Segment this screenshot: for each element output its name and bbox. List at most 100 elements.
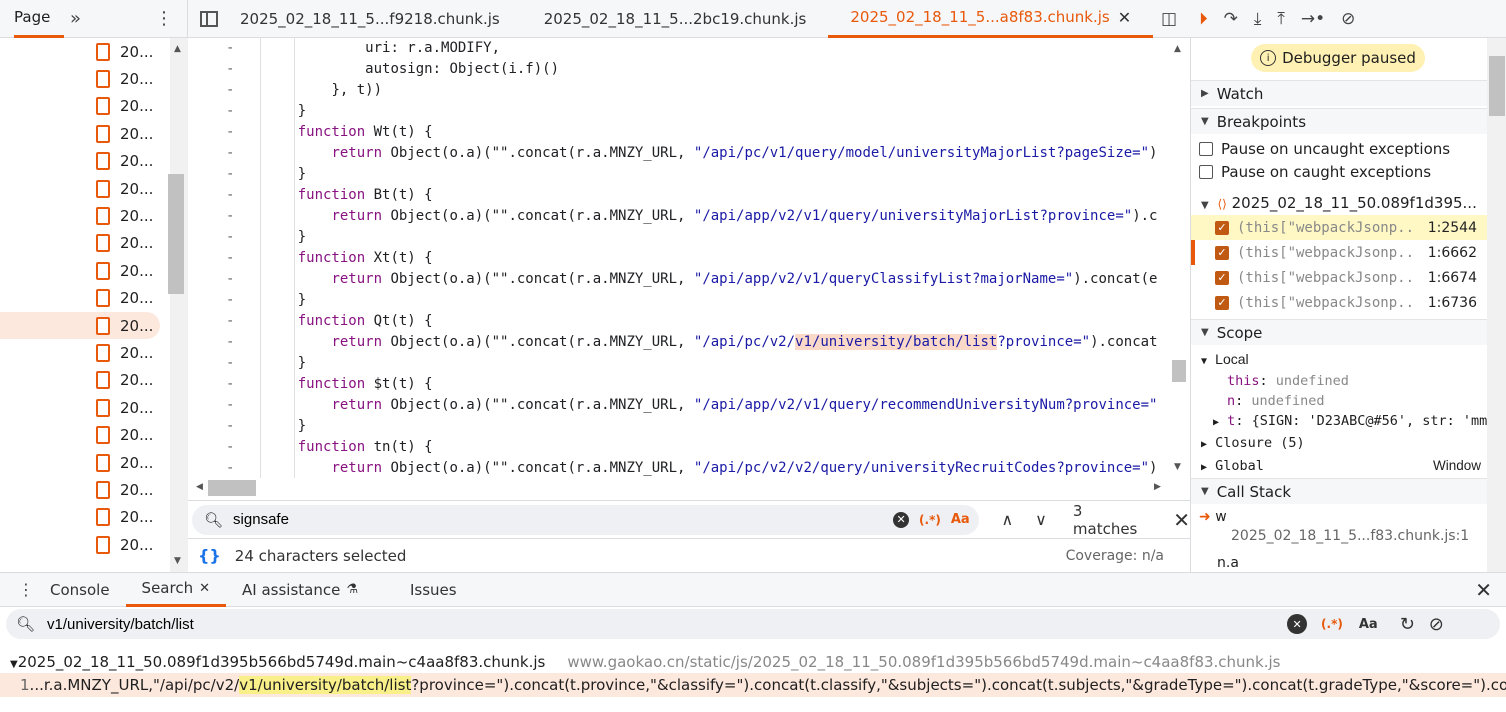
file-item[interactable]: 20... xyxy=(0,339,170,366)
navigator-menu-icon[interactable]: ⋮ xyxy=(155,8,173,29)
drawer-tab[interactable]: AI assistance ⚗ xyxy=(226,573,374,607)
clear-results-icon[interactable]: ⊘ xyxy=(1429,614,1444,635)
deactivate-breakpoints-icon[interactable]: ⊘ xyxy=(1341,9,1355,29)
code-line[interactable]: - function Xt(t) { xyxy=(188,248,1170,269)
file-item[interactable]: 20... xyxy=(0,449,170,476)
scope-global[interactable]: ▶ Global Window xyxy=(1201,458,1481,474)
next-match-icon[interactable]: ∨ xyxy=(1035,510,1047,529)
search-field[interactable]: 🔍︎ ✕ (.*) Aa ↻ ⊘ xyxy=(6,609,1500,639)
close-tab-icon[interactable]: ✕ xyxy=(199,581,210,596)
call-stack-section-header[interactable]: ▼ Call Stack xyxy=(1191,478,1487,504)
step-out-icon[interactable]: ⤒ xyxy=(1277,9,1285,29)
line-gutter-mark[interactable]: - xyxy=(226,185,234,206)
debugger-scrollbar[interactable] xyxy=(1487,38,1506,572)
breakpoint-item[interactable]: ✓ (this["webpackJsonp... 1:6662 xyxy=(1191,240,1487,265)
pause-caught-checkbox[interactable] xyxy=(1199,165,1213,179)
editor-tab[interactable]: 2025_02_18_11_5...2bc19.chunk.js xyxy=(522,0,829,38)
breakpoint-item[interactable]: ✓ (this["webpackJsonp... 1:2544 xyxy=(1191,215,1487,240)
file-item[interactable]: 20... xyxy=(0,421,170,448)
toggle-debugger-sidebar-icon[interactable]: ◫ xyxy=(1161,9,1177,29)
coverage-info[interactable]: Coverage: n/a xyxy=(1066,548,1164,564)
breakpoint-checkbox[interactable]: ✓ xyxy=(1215,220,1229,235)
pause-uncaught-checkbox[interactable] xyxy=(1199,142,1213,156)
code-horizontal-scroll-thumb[interactable] xyxy=(208,480,256,496)
toggle-navigator-icon[interactable] xyxy=(200,10,218,27)
code-line[interactable]: - function Bt(t) { xyxy=(188,185,1170,206)
code-line[interactable]: - function Qt(t) { xyxy=(188,311,1170,332)
code-line[interactable]: - }, t)) xyxy=(188,80,1170,101)
more-tabs-icon[interactable]: » xyxy=(70,8,81,29)
code-line[interactable]: - } xyxy=(188,227,1170,248)
code-area[interactable]: - uri: r.a.MODIFY, - autosign: Object(i.f… xyxy=(188,38,1170,478)
line-gutter-mark[interactable]: - xyxy=(226,101,234,122)
step-into-icon[interactable]: ⤓ xyxy=(1254,9,1262,29)
code-line[interactable]: - autosign: Object(i.f)() xyxy=(188,59,1170,80)
code-line[interactable]: - } xyxy=(188,101,1170,122)
code-line[interactable]: - return Object(o.a)("".concat(r.a.MNZY_… xyxy=(188,395,1170,416)
line-gutter-mark[interactable]: - xyxy=(226,458,234,478)
line-gutter-mark[interactable]: - xyxy=(226,269,234,290)
scope-local[interactable]: ▼ Local xyxy=(1201,351,1249,368)
find-field[interactable]: 🔍︎ ✕ (.*) Aa xyxy=(192,504,980,535)
drawer-tab[interactable]: Console xyxy=(34,573,126,607)
line-gutter-mark[interactable]: - xyxy=(226,122,234,143)
file-item[interactable]: 20... xyxy=(0,504,170,531)
file-item[interactable]: 20... xyxy=(0,93,170,120)
scroll-up-arrow-icon[interactable]: ▲ xyxy=(174,44,181,54)
call-frame-location[interactable]: 2025_02_18_11_5...f83.chunk.js:1 xyxy=(1231,528,1469,544)
drawer-menu-icon[interactable]: ⋮ xyxy=(18,580,34,599)
line-gutter-mark[interactable]: - xyxy=(226,80,234,101)
call-frame-current[interactable]: ➜ w xyxy=(1199,509,1227,525)
code-line[interactable]: - return Object(o.a)("".concat(r.a.MNZY_… xyxy=(188,269,1170,290)
line-gutter-mark[interactable]: - xyxy=(226,416,234,437)
line-gutter-mark[interactable]: - xyxy=(226,38,234,59)
file-item[interactable]: 20... xyxy=(0,311,160,340)
editor-tab[interactable]: 2025_02_18_11_5...f9218.chunk.js xyxy=(218,0,522,38)
file-item[interactable]: 20... xyxy=(0,285,170,312)
file-item[interactable]: 20... xyxy=(0,476,170,503)
code-scroll-down-icon[interactable]: ▼ xyxy=(1174,462,1181,472)
step-over-icon[interactable]: ↷ xyxy=(1224,9,1238,29)
regex-toggle[interactable]: (.*) xyxy=(1321,617,1343,631)
debugger-scroll-thumb[interactable] xyxy=(1489,56,1505,116)
line-gutter-mark[interactable]: - xyxy=(226,290,234,311)
code-horizontal-scrollbar[interactable] xyxy=(188,478,1170,498)
file-item[interactable]: 20... xyxy=(0,367,170,394)
code-line[interactable]: - } xyxy=(188,416,1170,437)
line-gutter-mark[interactable]: - xyxy=(226,164,234,185)
file-item[interactable]: 20... xyxy=(0,148,170,175)
file-item[interactable]: 20... xyxy=(0,120,170,147)
breakpoint-item[interactable]: ✓ (this["webpackJsonp... 1:6736 xyxy=(1191,290,1487,315)
code-vertical-scrollbar[interactable] xyxy=(1170,38,1190,478)
breakpoint-checkbox[interactable]: ✓ xyxy=(1215,270,1229,285)
breakpoint-item[interactable]: ✓ (this["webpackJsonp... 1:6674 xyxy=(1191,265,1487,290)
code-line[interactable]: - return Object(o.a)("".concat(r.a.MNZY_… xyxy=(188,143,1170,164)
code-scroll-right-icon[interactable]: ▶ xyxy=(1154,482,1161,492)
scope-section-header[interactable]: ▼ Scope xyxy=(1191,319,1487,345)
code-line[interactable]: - } xyxy=(188,353,1170,374)
search-result-line[interactable]: 1 ...r.a.MNZY_URL,"/api/pc/v2/v1/univers… xyxy=(0,673,1506,697)
match-case-toggle[interactable]: Aa xyxy=(1359,617,1378,632)
scope-t[interactable]: ▶ t: {SIGN: 'D23ABC@#56', str: 'mm xyxy=(1213,413,1487,429)
tab-page[interactable]: Page xyxy=(14,0,64,38)
find-input[interactable] xyxy=(233,511,894,528)
resume-icon[interactable]: ⏵ xyxy=(1199,9,1208,29)
line-gutter-mark[interactable]: - xyxy=(226,437,234,458)
breakpoint-checkbox[interactable]: ✓ xyxy=(1215,245,1229,260)
watch-section-header[interactable]: ▶ Watch xyxy=(1191,80,1487,106)
file-item[interactable]: 20... xyxy=(0,65,170,92)
code-vertical-scroll-thumb[interactable] xyxy=(1172,360,1186,382)
file-item[interactable]: 20... xyxy=(0,175,170,202)
scroll-down-arrow-icon[interactable]: ▼ xyxy=(174,556,181,566)
file-item[interactable]: 20... xyxy=(0,38,170,65)
close-drawer-icon[interactable]: ✕ xyxy=(1475,578,1492,602)
breakpoints-section-header[interactable]: ▼ Breakpoints xyxy=(1191,108,1487,134)
line-gutter-mark[interactable]: - xyxy=(226,374,234,395)
drawer-tab[interactable]: Search ✕ xyxy=(125,573,226,607)
code-line[interactable]: - function tn(t) { xyxy=(188,437,1170,458)
drawer-tab[interactable]: Issues xyxy=(374,573,473,607)
line-gutter-mark[interactable]: - xyxy=(226,59,234,80)
navigator-scrollbar[interactable] xyxy=(170,38,188,572)
line-gutter-mark[interactable]: - xyxy=(226,311,234,332)
code-line[interactable]: - return Object(o.a)("".concat(r.a.MNZY_… xyxy=(188,458,1170,478)
